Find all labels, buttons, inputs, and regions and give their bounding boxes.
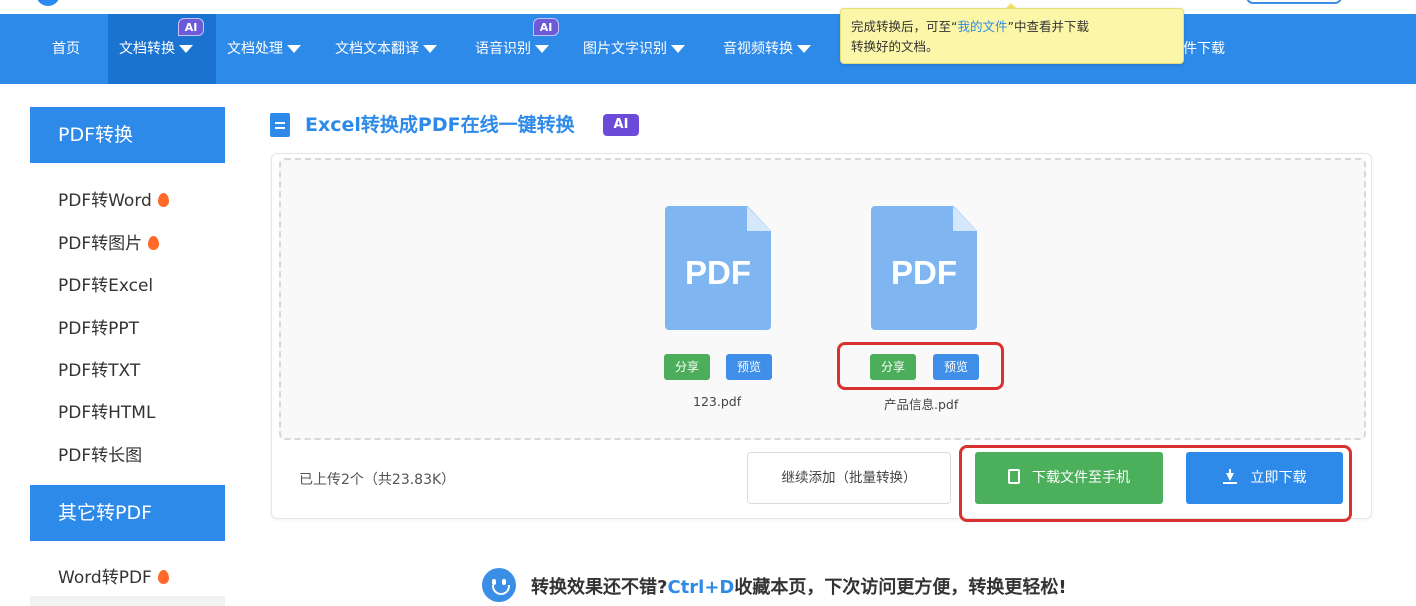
highlight-box xyxy=(959,445,1352,522)
sidebar-group-other-to-pdf: 其它转PDF xyxy=(30,485,225,541)
file-name: 123.pdf xyxy=(693,394,742,409)
fire-icon xyxy=(148,236,160,250)
file-name: 产品信息.pdf xyxy=(884,397,959,412)
smiley-icon xyxy=(482,568,516,602)
chevron-down-icon xyxy=(179,45,193,53)
chevron-down-icon xyxy=(671,45,685,53)
logo[interactable] xyxy=(36,0,60,6)
fire-icon xyxy=(157,193,169,207)
sidebar-bottom xyxy=(30,596,225,606)
fire-icon xyxy=(157,570,169,584)
ai-badge: AI xyxy=(533,18,559,36)
chevron-down-icon xyxy=(423,45,437,53)
chevron-down-icon xyxy=(797,45,811,53)
highlight-box xyxy=(837,342,1004,390)
sidebar-item-pdf-to-long-image[interactable]: PDF转长图 xyxy=(58,441,142,466)
bookmark-promo: 转换效果还不错?Ctrl+D收藏本页，下次访问更方便，转换更轻松! xyxy=(531,577,1067,598)
sidebar-item-pdf-to-txt[interactable]: PDF转TXT xyxy=(58,356,140,381)
page-title: Excel转换成PDF在线一键转换 xyxy=(305,114,575,136)
top-strip xyxy=(0,0,1416,14)
sidebar-item-pdf-to-word[interactable]: PDF转Word xyxy=(58,186,169,211)
preview-button[interactable]: 预览 xyxy=(726,354,772,380)
share-button[interactable]: 分享 xyxy=(664,354,710,380)
nav-item-av-convert[interactable]: 音视频转换 xyxy=(723,14,811,84)
chevron-down-icon xyxy=(535,45,549,53)
nav-item-home[interactable]: 首页 xyxy=(52,14,80,84)
nav-item-doc-translate[interactable]: 文档文本翻译 xyxy=(335,14,437,84)
sidebar-item-pdf-to-image[interactable]: PDF转图片 xyxy=(58,229,160,254)
my-files-tooltip: 完成转换后，可至“我的文件”中查看并下载 转换好的文档。 xyxy=(840,8,1184,64)
chevron-down-icon xyxy=(287,45,301,53)
nav-item-doc-process[interactable]: 文档处理 xyxy=(227,14,301,84)
top-login-button[interactable] xyxy=(1246,0,1342,4)
sidebar-item-pdf-to-html[interactable]: PDF转HTML xyxy=(58,398,155,423)
sidebar-item-pdf-to-excel[interactable]: PDF转Excel xyxy=(58,271,153,296)
nav-item-file-download[interactable]: 件下载 xyxy=(1183,14,1225,84)
sidebar-group-pdf-convert: PDF转换 xyxy=(30,107,225,163)
ai-badge: AI xyxy=(603,114,639,136)
continue-add-button[interactable]: 继续添加（批量转换） xyxy=(747,452,951,504)
sidebar-item-pdf-to-ppt[interactable]: PDF转PPT xyxy=(58,314,139,339)
sidebar-item-word-to-pdf[interactable]: Word转PDF xyxy=(58,563,169,588)
file-dropzone[interactable] xyxy=(279,158,1366,440)
main-nav: 首页 文档转换 文档处理 文档文本翻译 语音识别 图片文字识别 音视频转换 件下… xyxy=(0,14,1416,84)
ai-badge: AI xyxy=(178,18,204,36)
upload-status: 已上传2个（共23.83K） xyxy=(299,472,456,488)
document-icon xyxy=(270,113,290,137)
nav-item-image-ocr[interactable]: 图片文字识别 xyxy=(583,14,685,84)
my-files-link[interactable]: 我的文件 xyxy=(957,19,1007,34)
